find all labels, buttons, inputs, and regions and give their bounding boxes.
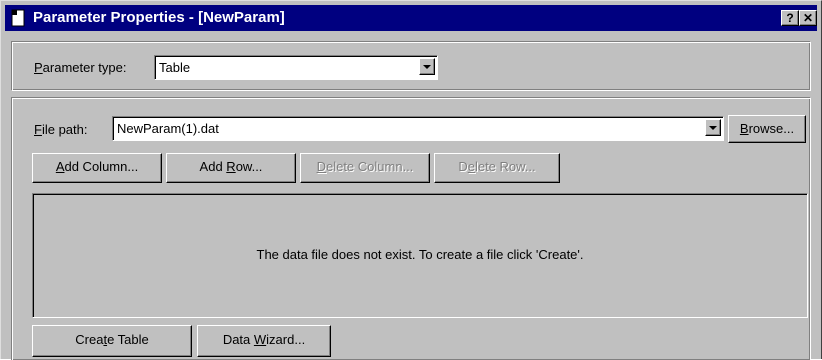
help-button[interactable]: ?	[781, 10, 799, 26]
parameter-properties-window: Parameter Properties - [NewParam] ? ✕ Pa…	[0, 0, 822, 360]
parameter-type-label: Parameter type:	[34, 60, 127, 75]
chevron-down-icon[interactable]	[419, 58, 435, 75]
file-path-combo[interactable]: NewParam(1).dat	[112, 116, 724, 141]
data-table-area: The data file does not exist. To create …	[32, 193, 808, 318]
document-icon	[11, 9, 25, 27]
delete-column-button[interactable]: Delete Column...	[300, 153, 430, 183]
chevron-down-icon[interactable]	[705, 119, 721, 136]
parameter-type-value: Table	[159, 60, 191, 75]
file-path-label: File path:	[34, 122, 88, 137]
parameter-type-group: Parameter type: Table	[11, 41, 811, 91]
data-wizard-button[interactable]: Data Wizard...	[197, 325, 331, 357]
browse-button[interactable]: Browse...	[728, 115, 806, 143]
table-settings-group: File path: NewParam(1).dat Browse... Add…	[11, 97, 811, 360]
add-column-button[interactable]: Add Column...	[32, 153, 162, 183]
create-table-button[interactable]: Create Table	[32, 325, 192, 357]
empty-data-message: The data file does not exist. To create …	[256, 247, 584, 262]
window-title: Parameter Properties - [NewParam]	[33, 9, 285, 26]
file-path-value: NewParam(1).dat	[117, 121, 219, 136]
close-button[interactable]: ✕	[799, 10, 817, 26]
delete-row-button[interactable]: Delete Row...	[434, 153, 560, 183]
title-bar[interactable]: Parameter Properties - [NewParam] ? ✕	[5, 5, 817, 31]
parameter-type-select[interactable]: Table	[154, 55, 438, 80]
add-row-button[interactable]: Add Row...	[166, 153, 296, 183]
